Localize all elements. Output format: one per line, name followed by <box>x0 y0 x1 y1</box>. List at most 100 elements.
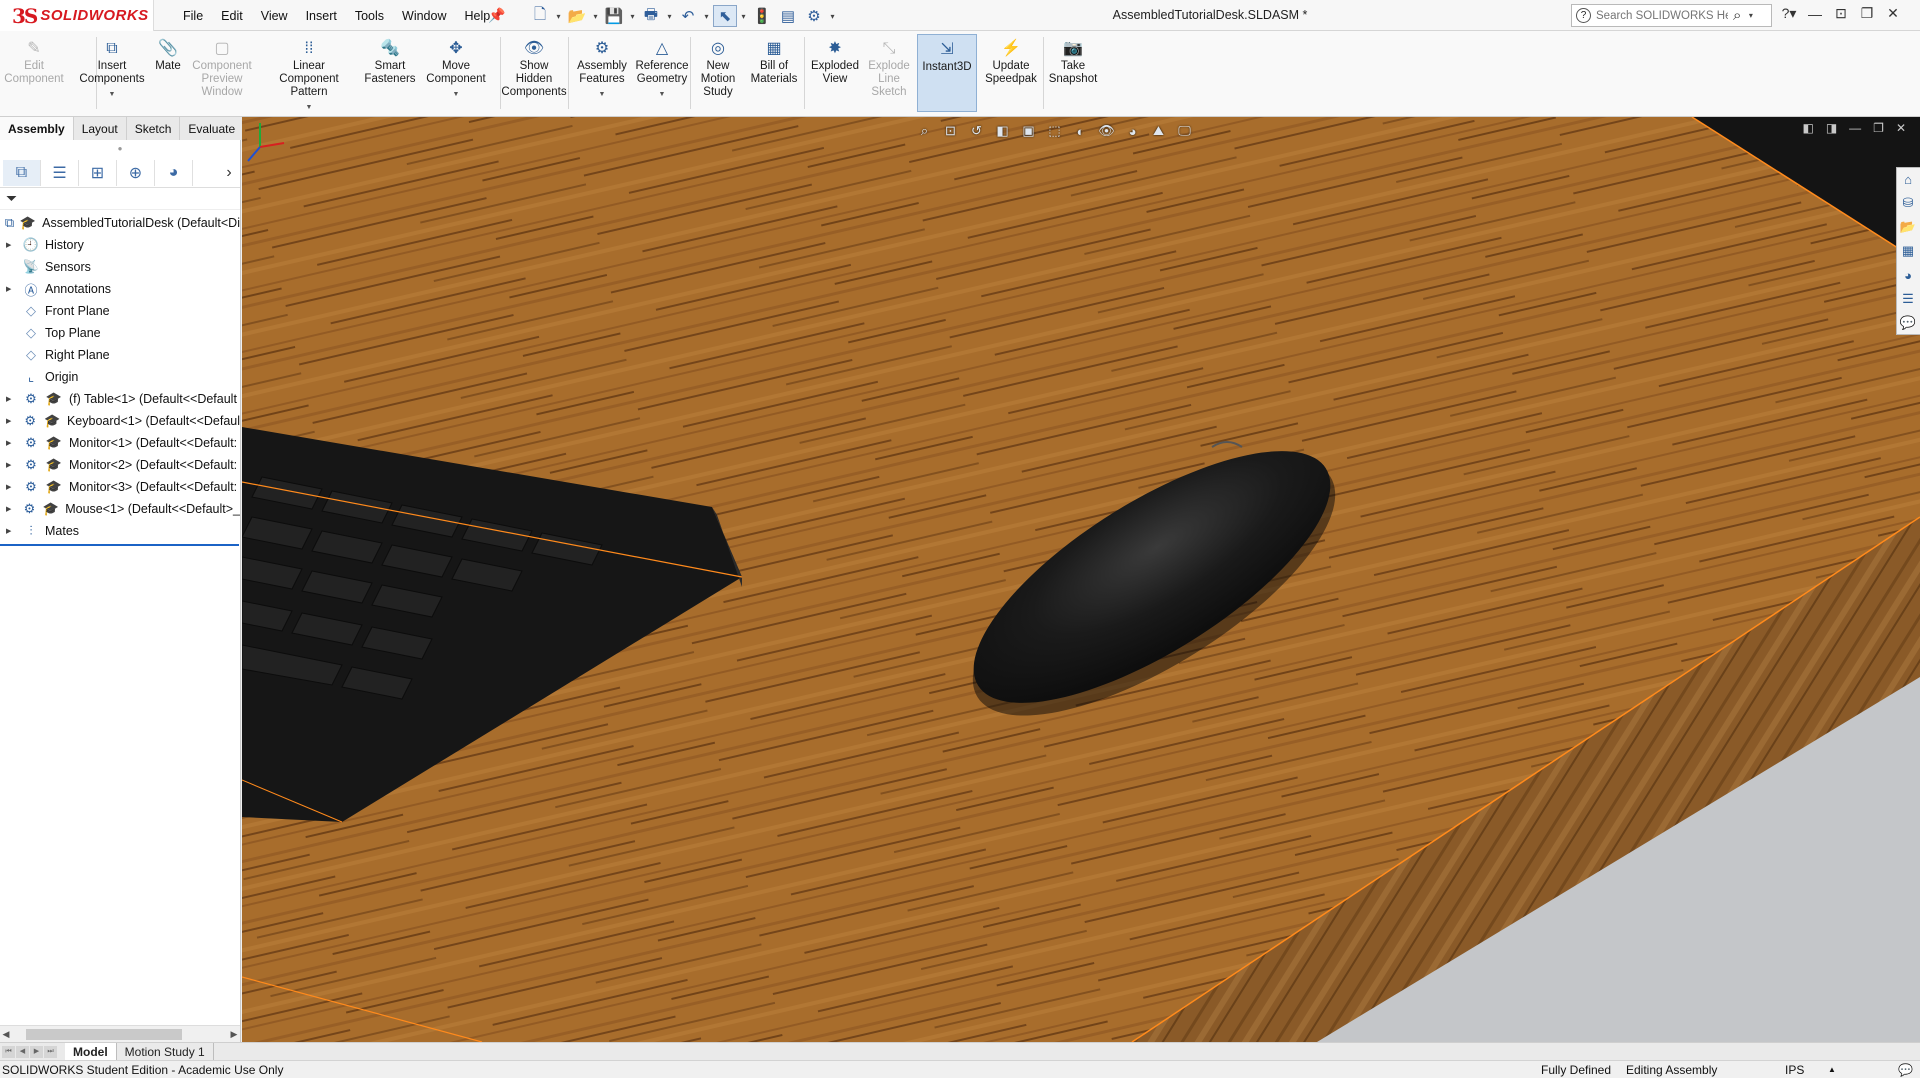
viewport-tile-icon[interactable]: ◧ <box>1802 121 1813 135</box>
units-dropdown-icon[interactable]: ▲ <box>1828 1065 1836 1074</box>
tree-item-monitor-2-default-defaul[interactable]: ▶ ⚙ 🎓 Monitor<2> (Default<<Default: <box>0 454 240 476</box>
display-manager-icon[interactable]: ◕ <box>155 159 193 186</box>
apply-scene-icon[interactable]: ⛰ <box>1148 121 1169 141</box>
dynamic-annotation-icon[interactable]: ▣ <box>1018 121 1039 141</box>
expand-arrow-icon[interactable]: ▶ <box>6 285 16 293</box>
open-folder-icon[interactable]: 📂 <box>565 5 589 27</box>
status-comment-icon[interactable]: 💬 <box>1898 1063 1913 1077</box>
tree-item-top-plane[interactable]: ◇ Top Plane <box>0 322 240 344</box>
hide-show-items-icon[interactable]: 👁 <box>1096 121 1117 141</box>
viewport-close-icon[interactable]: ✕ <box>1896 121 1906 135</box>
undo-dropdown-icon[interactable]: ▾ <box>702 12 711 21</box>
file-properties-icon[interactable]: ▤ <box>776 5 800 27</box>
options-gear-icon[interactable]: ⚙ <box>802 5 826 27</box>
forum-icon[interactable]: 💬 <box>1897 312 1919 334</box>
view-palette-icon[interactable]: ▦ <box>1897 240 1919 262</box>
tree-filter[interactable]: ⏷ <box>0 188 240 210</box>
tab-evaluate[interactable]: Evaluate <box>180 117 245 140</box>
save-icon[interactable]: 💾 <box>602 5 626 27</box>
pin-menu-icon[interactable]: 📌 <box>488 7 505 24</box>
scroll-left-icon[interactable]: ◀ <box>0 1029 12 1040</box>
expand-arrow-icon[interactable]: ▶ <box>6 395 16 403</box>
tree-item-f-table-1-default-defaul[interactable]: ▶ ⚙ 🎓 (f) Table<1> (Default<<Default <box>0 388 240 410</box>
dropdown-caret-icon[interactable]: ▼ <box>659 88 666 101</box>
tile-windows-icon[interactable]: ⊡ <box>1832 5 1850 22</box>
tree-item-history[interactable]: ▶ 🕘 History <box>0 234 240 256</box>
filter-icon[interactable]: ⏷ <box>6 190 17 207</box>
tree-item-mates[interactable]: ▶ ⫶ Mates <box>0 520 240 542</box>
move-component-button[interactable]: ✥ Move Component ▼ <box>416 37 496 101</box>
menu-file[interactable]: File <box>174 9 212 23</box>
tab-layout[interactable]: Layout <box>73 117 127 140</box>
viewport-split-icon[interactable]: ◨ <box>1826 121 1837 135</box>
select-dropdown-icon[interactable]: ▾ <box>739 12 748 21</box>
rollback-bar[interactable] <box>0 544 239 546</box>
close-icon[interactable]: ✕ <box>1884 5 1902 22</box>
options-dropdown-icon[interactable]: ▾ <box>828 12 837 21</box>
tab-sketch[interactable]: Sketch <box>126 117 181 140</box>
menu-view[interactable]: View <box>252 9 297 23</box>
view-settings-icon[interactable]: 🖵 <box>1174 121 1195 141</box>
status-units[interactable]: IPS <box>1785 1063 1804 1077</box>
dropdown-caret-icon[interactable]: ▼ <box>453 88 460 101</box>
dropdown-caret-icon[interactable]: ▼ <box>306 101 313 114</box>
expand-arrow-icon[interactable]: ▶ <box>6 483 16 491</box>
section-view-icon[interactable]: ◧ <box>992 121 1013 141</box>
display-style-icon[interactable]: ◐ <box>1070 121 1091 141</box>
tree-item-sensors[interactable]: 📡 Sensors <box>0 256 240 278</box>
appearances-icon[interactable]: ◕ <box>1897 264 1919 286</box>
horizontal-scrollbar[interactable]: ◀ ▶ <box>0 1025 240 1042</box>
restore-icon[interactable]: ❐ <box>1858 5 1876 22</box>
feature-manager-tree-icon[interactable]: ⧉ <box>3 159 41 186</box>
tree-item-right-plane[interactable]: ◇ Right Plane <box>0 344 240 366</box>
menu-insert[interactable]: Insert <box>297 9 346 23</box>
select-pointer-icon[interactable]: ⬉ <box>713 5 737 27</box>
zoom-to-fit-icon[interactable]: ⌕ <box>914 121 935 141</box>
tree-item-mouse-1-default-default[interactable]: ▶ ⚙ 🎓 Mouse<1> (Default<<Default>_ <box>0 498 240 520</box>
tree-item-annotations[interactable]: ▶ Ⓐ Annotations <box>0 278 240 300</box>
next-tab-icon[interactable]: ▶ <box>30 1045 43 1058</box>
scroll-right-icon[interactable]: ▶ <box>228 1029 240 1040</box>
tree-root[interactable]: ⧉ 🎓 AssembledTutorialDesk (Default<Di <box>0 212 240 234</box>
scroll-thumb[interactable] <box>26 1028 182 1040</box>
undo-icon[interactable]: ↶ <box>676 5 700 27</box>
first-tab-icon[interactable]: ⏮ <box>2 1045 15 1058</box>
new-document-icon[interactable]: 🗋 <box>528 5 552 27</box>
last-tab-icon[interactable]: ⏭ <box>44 1045 57 1058</box>
tree-item-keyboard-1-default-defau[interactable]: ▶ ⚙ 🎓 Keyboard<1> (Default<<Defaul <box>0 410 240 432</box>
property-manager-icon[interactable]: ☰ <box>41 159 79 186</box>
panel-grip[interactable]: ● <box>0 140 240 158</box>
help-search-box[interactable]: ? ⌕ ▾ <box>1571 4 1772 27</box>
minimize-icon[interactable]: — <box>1806 6 1824 22</box>
expand-arrow-icon[interactable]: ▶ <box>6 527 16 535</box>
search-dropdown-icon[interactable]: ▾ <box>1746 11 1755 20</box>
model-view[interactable] <box>242 117 1920 1042</box>
configuration-manager-icon[interactable]: ⊞ <box>79 159 117 186</box>
tab-motion-study-1[interactable]: Motion Study 1 <box>117 1042 214 1061</box>
expand-arrow-icon[interactable]: ▶ <box>6 417 16 425</box>
open-dropdown-icon[interactable]: ▾ <box>591 12 600 21</box>
tab-model[interactable]: Model <box>65 1042 117 1061</box>
rebuild-traffic-light-icon[interactable]: 🚦 <box>750 5 774 27</box>
help-menu-icon[interactable]: ?▾ <box>1780 5 1798 22</box>
new-dropdown-icon[interactable]: ▾ <box>554 12 563 21</box>
edit-component-button[interactable]: ✎ Edit Component <box>0 37 74 86</box>
menu-window[interactable]: Window <box>393 9 455 23</box>
prev-tab-icon[interactable]: ◀ <box>16 1045 29 1058</box>
zoom-to-area-icon[interactable]: ⊡ <box>940 121 961 141</box>
expand-arrow-icon[interactable]: ▶ <box>6 241 16 249</box>
menu-edit[interactable]: Edit <box>212 9 252 23</box>
save-dropdown-icon[interactable]: ▾ <box>628 12 637 21</box>
expand-arrow-icon[interactable]: ▶ <box>6 461 16 469</box>
solidworks-logo[interactable]: 3S SOLIDWORKS <box>0 0 154 31</box>
tab-assembly[interactable]: Assembly <box>0 117 74 140</box>
search-icon[interactable]: ⌕ <box>1733 7 1741 24</box>
linear-component-pattern-button[interactable]: ⁞⁞ Linear Component Pattern ▼ <box>269 37 349 114</box>
expand-arrow-icon[interactable]: ▶ <box>6 505 15 513</box>
expand-arrow-icon[interactable]: ▶ <box>6 439 16 447</box>
file-explorer-icon[interactable]: 📂 <box>1897 216 1919 238</box>
previous-view-icon[interactable]: ↺ <box>966 121 987 141</box>
viewport-minimize-icon[interactable]: — <box>1849 121 1861 135</box>
tree-item-origin[interactable]: ⌞ Origin <box>0 366 240 388</box>
view-orientation-icon[interactable]: ⬚ <box>1044 121 1065 141</box>
